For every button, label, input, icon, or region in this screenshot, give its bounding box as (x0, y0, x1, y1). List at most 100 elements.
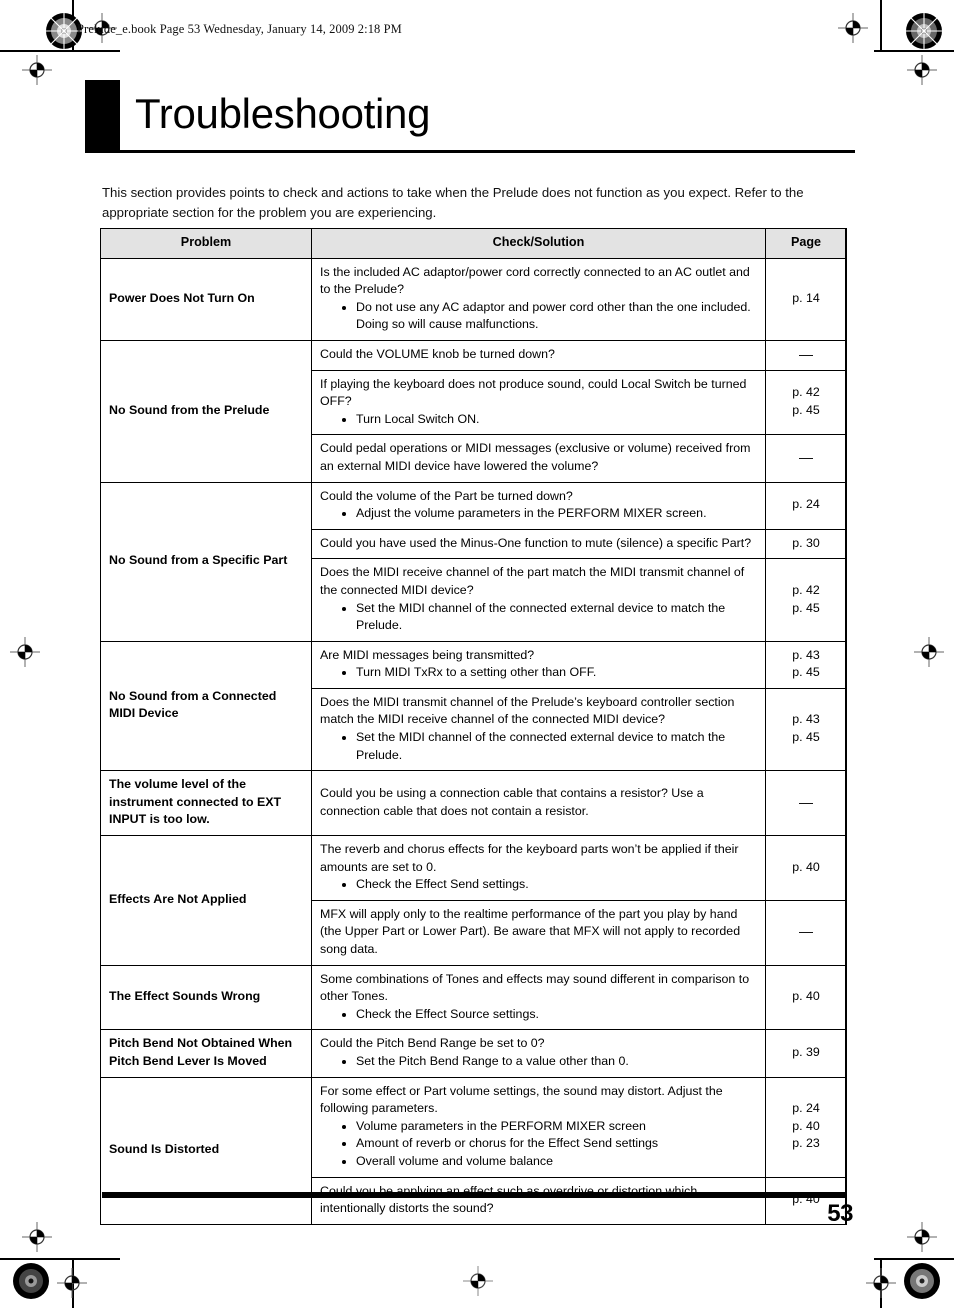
registration-crosshair-middle-right (914, 637, 944, 667)
table-row: The volume level of the instrument conne… (100, 770, 847, 837)
column-header-problem: Problem (100, 228, 312, 259)
solution-bullet-item: Check the Effect Source settings. (340, 1006, 757, 1024)
solution-text: Does the MIDI receive channel of the par… (320, 565, 745, 597)
solution-bullet-list: Volume parameters in the PERFORM MIXER s… (320, 1118, 757, 1171)
registration-crosshair-upper-right-page (907, 55, 937, 85)
solution-cell: Does the MIDI transmit channel of the Pr… (311, 687, 766, 772)
solution-text: For some effect or Part volume settings,… (320, 1083, 723, 1116)
column-header-solution: Check/Solution (311, 228, 766, 259)
solution-text: The reverb and chorus effects for the ke… (320, 842, 739, 874)
table-row: Power Does Not Turn On Is the included AC… (100, 257, 847, 341)
crop-line-bottom-left-horizontal (0, 1258, 120, 1260)
solution-cell: Could pedal operations or MIDI messages … (311, 434, 766, 483)
crop-line-bottom-left-vertical (72, 1260, 74, 1308)
page-reference-cell: — (765, 899, 847, 966)
solution-cell: MFX will apply only to the realtime perf… (311, 899, 766, 966)
solution-bullet-item: Do not use any AC adaptor and power cord… (340, 299, 757, 334)
solution-bullet-list: Turn MIDI TxRx to a setting other than O… (320, 664, 757, 682)
solution-cell: Some combinations of Tones and effects m… (311, 964, 766, 1031)
registration-crosshair-lower-right-page (907, 1222, 937, 1252)
solution-cell: Could you be applying an effect such as … (311, 1176, 766, 1225)
solution-text: Some combinations of Tones and effects m… (320, 971, 750, 1004)
problem-cell: No Sound from the Prelude (100, 339, 312, 483)
table-header-row: Problem Check/Solution Page (100, 228, 847, 259)
solution-bullet-list: Set the MIDI channel of the connected ex… (320, 729, 757, 764)
solution-cell: If playing the keyboard does not produce… (311, 369, 766, 436)
solution-text: Does the MIDI transmit channel of the Pr… (320, 694, 735, 727)
solution-cell: Could the Pitch Bend Range be set to 0? S… (311, 1029, 766, 1078)
solution-bullet-item: Set the MIDI channel of the connected ex… (340, 729, 757, 764)
solution-cell: Are MIDI messages being transmitted? Turn… (311, 640, 766, 689)
crop-line-bottom-right-vertical (880, 1260, 882, 1308)
problem-cell: The volume level of the instrument conne… (100, 770, 312, 837)
solution-bullet-item: Check the Effect Send settings. (340, 876, 757, 894)
solution-cell: Is the included AC adaptor/power cord co… (311, 257, 766, 341)
problem-cell: Pitch Bend Not Obtained When Pitch Bend … (100, 1029, 312, 1078)
registration-crosshair-top-right (838, 13, 868, 43)
solution-text: Could pedal operations or MIDI messages … (320, 441, 751, 473)
solution-bullet-list: Check the Effect Source settings. (320, 1006, 757, 1024)
table-row: No Sound from the Prelude Could the VOLUM… (100, 339, 847, 483)
crop-line-top-right-horizontal (874, 50, 954, 52)
intro-paragraph: This section provides points to check an… (102, 185, 804, 221)
table-row: No Sound from a Specific Part Could the v… (100, 481, 847, 642)
crop-line-bottom-right-horizontal (874, 1258, 954, 1260)
problem-cell: Power Does Not Turn On (100, 257, 312, 341)
solution-text: Are MIDI messages being transmitted? (320, 647, 535, 662)
solution-bullet-list: Turn Local Switch ON. (320, 411, 757, 429)
solution-text: Could the Pitch Bend Range be set to 0? (320, 1036, 545, 1051)
solution-cell: The reverb and chorus effects for the ke… (311, 835, 766, 901)
page-reference-cell: — (765, 770, 847, 837)
page-reference-cell: p. 40 (765, 835, 847, 901)
registration-crosshair-lower-left-page (22, 1222, 52, 1252)
page-reference-cell: p. 43 p. 45 (765, 640, 847, 689)
column-header-page: Page (765, 228, 847, 259)
page-reference-cell: p. 30 (765, 528, 847, 560)
registration-crosshair-upper-left-page (22, 55, 52, 85)
page-reference-cell: p. 42 p. 45 (765, 558, 847, 642)
solution-cell: Could you have used the Minus-One functi… (311, 528, 766, 560)
solution-cell: Could the VOLUME knob be turned down? (311, 339, 766, 371)
solution-bullet-list: Do not use any AC adaptor and power cord… (320, 299, 757, 334)
solution-text: Is the included AC adaptor/power cord co… (320, 264, 750, 297)
page-number: 53 (827, 1200, 853, 1227)
crop-line-top-right-vertical (880, 0, 882, 50)
crop-line-top-left-horizontal (0, 50, 120, 52)
solution-cell: Does the MIDI receive channel of the par… (311, 558, 766, 642)
table-row: Pitch Bend Not Obtained When Pitch Bend … (100, 1029, 847, 1078)
troubleshooting-table-wrapper: Problem Check/Solution Page Power Does N… (100, 228, 847, 1225)
solution-bullet-list: Set the MIDI channel of the connected ex… (320, 600, 757, 635)
registration-star-target-top-right (905, 12, 943, 50)
table-body: Power Does Not Turn On Is the included AC… (100, 257, 847, 1225)
crop-line-top-left-vertical (72, 0, 74, 50)
problem-cell: No Sound from a Specific Part (100, 481, 312, 642)
solution-bullet-list: Adjust the volume parameters in the PERF… (320, 505, 757, 523)
page-reference-cell: p. 14 (765, 257, 847, 341)
footer-rule (102, 1192, 847, 1198)
page-reference-cell: p. 42 p. 45 (765, 369, 847, 436)
solution-text: Could you have used the Minus-One functi… (320, 535, 752, 550)
solution-bullet-item: Turn MIDI TxRx to a setting other than O… (340, 664, 757, 682)
solution-bullet-item: Set the Pitch Bend Range to a value othe… (340, 1053, 757, 1071)
table-row: The Effect Sounds Wrong Some combinations… (100, 964, 847, 1031)
page-reference-cell: — (765, 434, 847, 483)
solution-cell: Could you be using a connection cable th… (311, 770, 766, 837)
registration-crosshair-bottom-right (866, 1268, 896, 1298)
troubleshooting-table: Problem Check/Solution Page Power Does N… (100, 228, 847, 1225)
title-underline-rule (120, 150, 855, 153)
solution-bullet-item: Amount of reverb or chorus for the Effec… (340, 1135, 757, 1153)
solution-bullet-item: Adjust the volume parameters in the PERF… (340, 505, 757, 523)
registration-star-target-bottom-right (903, 1262, 941, 1300)
problem-cell: No Sound from a Connected MIDI Device (100, 640, 312, 772)
solution-bullet-item: Set the MIDI channel of the connected ex… (340, 600, 757, 635)
page-reference-cell: p. 24 p. 40 p. 23 (765, 1076, 847, 1178)
solution-text: If playing the keyboard does not produce… (320, 376, 747, 409)
solution-bullet-item: Turn Local Switch ON. (340, 411, 757, 429)
page-reference-cell: p. 43 p. 45 (765, 687, 847, 772)
solution-bullet-item: Volume parameters in the PERFORM MIXER s… (340, 1118, 757, 1136)
page-title-block: Troubleshooting (85, 80, 855, 158)
page-reference-cell: p. 24 (765, 481, 847, 530)
problem-cell: The Effect Sounds Wrong (100, 964, 312, 1031)
registration-crosshair-bottom-center (463, 1266, 493, 1296)
table-row: Effects Are Not Applied The reverb and ch… (100, 835, 847, 966)
